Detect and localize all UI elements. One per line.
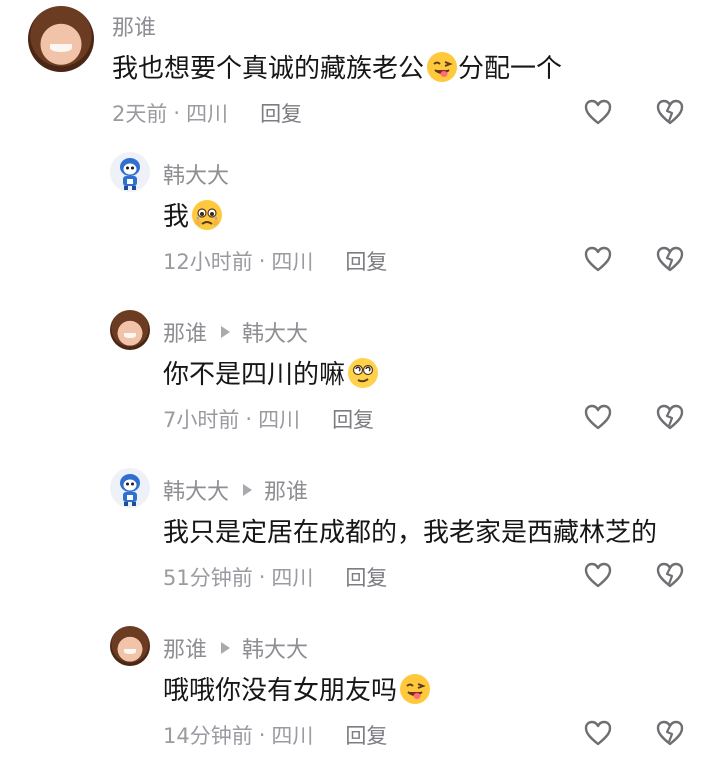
comment-location: 四川 (271, 250, 314, 274)
comment-item: 那谁 我也想要个真诚的藏族老公 分配一个 2天前 · 四川 回复 (0, 0, 720, 140)
reply-item: 那谁 韩大大 你不是四川的嘛 7小时前 · 四川 回复 (0, 298, 720, 456)
reply-item: 那谁 韩大大 哦哦你没有女朋友吗 14分钟前 · 四川 回复 (0, 614, 720, 757)
comment-time: 14分钟前 (163, 724, 253, 748)
comment-username[interactable]: 韩大大 那谁 (163, 474, 308, 506)
reply-button[interactable]: 回复 (260, 98, 302, 128)
comment-text-body: 我只是定居在成都的，我老家是西藏林芝的 (163, 518, 658, 548)
meta-separator: · (173, 101, 181, 125)
comment-text: 我 (163, 196, 223, 233)
reply-to-username[interactable]: 韩大大 (242, 316, 308, 348)
heart-outline-icon[interactable] (583, 97, 613, 127)
reply-to-arrow-icon (221, 642, 231, 654)
comment-meta: 51分钟前 · 四川 回复 (163, 562, 387, 592)
broken-heart-icon[interactable] (655, 560, 685, 590)
comment-username[interactable]: 那谁 (112, 10, 156, 42)
username-link[interactable]: 韩大大 (163, 474, 229, 506)
heart-outline-icon[interactable] (583, 402, 613, 432)
meta-separator: · (245, 407, 253, 431)
reply-button[interactable]: 回复 (345, 562, 387, 592)
avatar[interactable] (110, 626, 150, 666)
comment-time: 12小时前 (163, 250, 253, 274)
reply-button[interactable]: 回复 (332, 404, 374, 434)
reply-to-arrow-icon (243, 484, 253, 496)
reply-button[interactable]: 回复 (345, 720, 387, 750)
username-link[interactable]: 韩大大 (163, 158, 229, 190)
crying-pleading-emoji (192, 199, 223, 230)
comment-text: 哦哦你没有女朋友吗 (163, 670, 431, 707)
comment-text: 我只是定居在成都的，我老家是西藏林芝的 (163, 512, 657, 549)
robot-avatar-icon (110, 468, 150, 508)
comment-time: 51分钟前 (163, 566, 253, 590)
comment-text: 你不是四川的嘛 (163, 354, 379, 391)
comment-meta: 14分钟前 · 四川 回复 (163, 720, 387, 750)
broken-heart-icon[interactable] (655, 97, 685, 127)
avatar[interactable] (28, 6, 94, 72)
comment-text-tail: 分配一个 (458, 54, 563, 84)
robot-avatar-icon (110, 152, 150, 192)
comment-time: 7小时前 (163, 408, 240, 432)
reply-item: 韩大大 我 12小时前 · 四川 回复 (0, 140, 720, 298)
heart-outline-icon[interactable] (583, 560, 613, 590)
heart-outline-icon[interactable] (583, 244, 613, 274)
comment-username[interactable]: 那谁 韩大大 (163, 632, 308, 664)
comment-text-body: 你不是四川的嘛 (163, 360, 346, 390)
comment-location: 四川 (186, 102, 229, 126)
meta-separator: · (258, 249, 266, 273)
meta-separator: · (258, 723, 266, 747)
username-link[interactable]: 那谁 (163, 316, 207, 348)
username-link[interactable]: 那谁 (163, 632, 207, 664)
reply-item: 韩大大 那谁 我只是定居在成都的，我老家是西藏林芝的 51分钟前 · 四川 回复 (0, 456, 720, 614)
comment-text: 我也想要个真诚的藏族老公 分配一个 (112, 48, 562, 85)
wink-tongue-emoji (427, 51, 458, 82)
comment-text-body: 我也想要个真诚的藏族老公 (112, 54, 425, 84)
broken-heart-icon[interactable] (655, 402, 685, 432)
broken-heart-icon[interactable] (655, 244, 685, 274)
dizzy-rolling-eyes-emoji (348, 357, 379, 388)
username-link[interactable]: 那谁 (112, 10, 156, 42)
avatar[interactable] (110, 152, 150, 192)
avatar[interactable] (110, 310, 150, 350)
comment-time: 2天前 (112, 102, 168, 126)
meta-separator: · (258, 565, 266, 589)
reply-to-username[interactable]: 韩大大 (242, 632, 308, 664)
comment-username[interactable]: 韩大大 (163, 158, 229, 190)
comment-location: 四川 (258, 408, 301, 432)
broken-heart-icon[interactable] (655, 718, 685, 748)
reply-to-arrow-icon (221, 326, 231, 338)
avatar[interactable] (110, 468, 150, 508)
comment-location: 四川 (271, 724, 314, 748)
comment-location: 四川 (271, 566, 314, 590)
reply-button[interactable]: 回复 (345, 246, 387, 276)
wink-tongue-emoji (400, 673, 431, 704)
comment-meta: 12小时前 · 四川 回复 (163, 246, 387, 276)
comment-meta: 2天前 · 四川 回复 (112, 98, 302, 128)
comment-username[interactable]: 那谁 韩大大 (163, 316, 308, 348)
reply-to-username[interactable]: 那谁 (264, 474, 308, 506)
comment-meta: 7小时前 · 四川 回复 (163, 404, 374, 434)
comment-text-body: 哦哦你没有女朋友吗 (163, 676, 398, 706)
comment-text-body: 我 (163, 202, 190, 232)
heart-outline-icon[interactable] (583, 718, 613, 748)
